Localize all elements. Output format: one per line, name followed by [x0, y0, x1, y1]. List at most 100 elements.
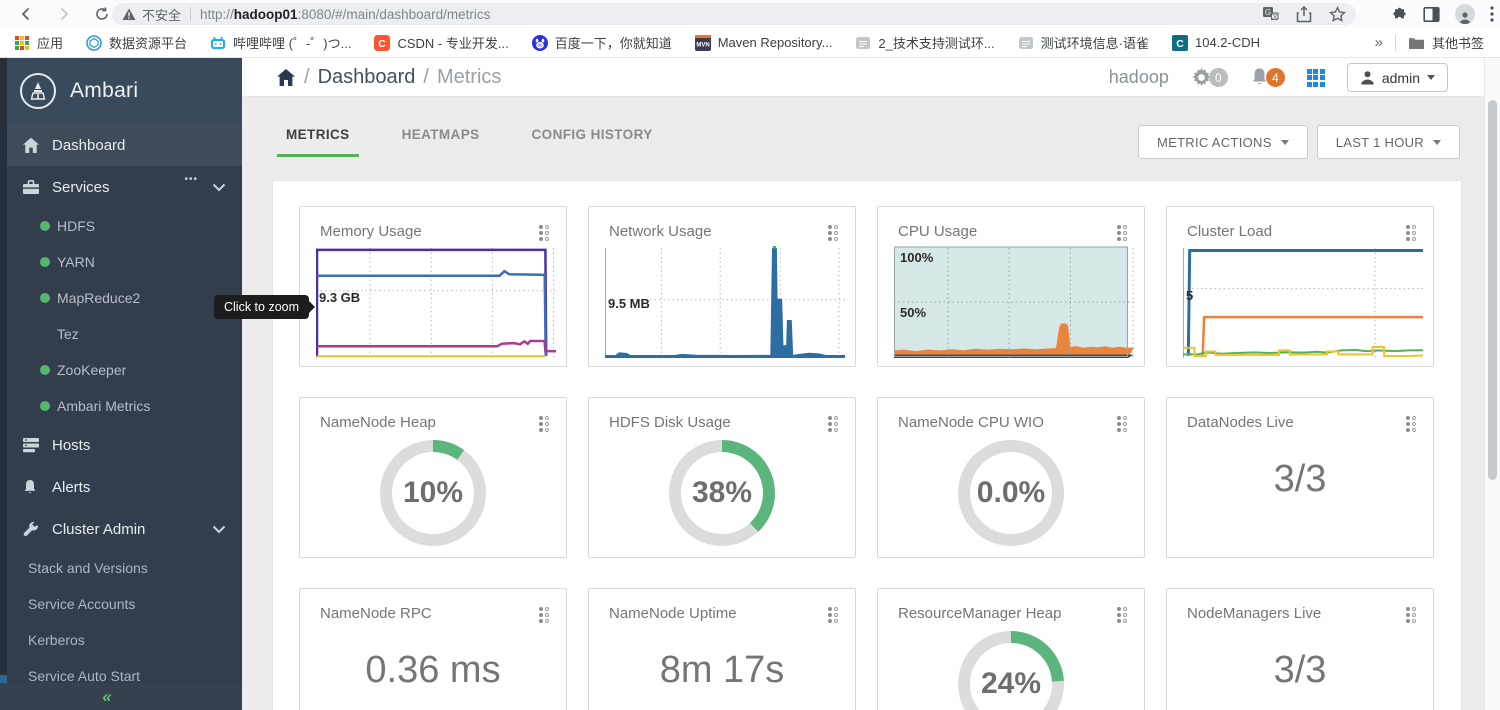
bookmark-[interactable]: 数据资源平台 — [86, 33, 187, 52]
bookmarks-overflow-chevron[interactable]: » — [1375, 34, 1383, 51]
other-bookmarks-folder[interactable]: 其他书签 — [1408, 33, 1484, 52]
drag-handle-icon[interactable] — [828, 605, 839, 624]
chart-y-label: 9.5 MB — [608, 296, 650, 311]
sidebar-item-hdfs[interactable]: HDFS — [0, 208, 242, 244]
metrics-panel: Memory Usage 9.3 GB Network Usage 9.5 MB CPU… — [272, 180, 1462, 710]
bookmark-maven-repository[interactable]: MVN Maven Repository... — [694, 34, 832, 51]
browser-menu-kebab-icon[interactable] — [1490, 6, 1494, 22]
sidebar-item-services[interactable]: Services ••• — [0, 166, 242, 208]
drag-handle-icon[interactable] — [828, 223, 839, 242]
card-namenode-heap: NameNode Heap 10% — [299, 397, 567, 558]
brand-header: Ambari — [0, 58, 242, 124]
tab-heatmaps[interactable]: HEATMAPS — [393, 127, 489, 157]
cluster-load-chart[interactable]: 5 — [1183, 246, 1424, 358]
bookmark-csdn[interactable]: C CSDN - 专业开发... — [374, 33, 509, 52]
user-menu-button[interactable]: admin — [1346, 63, 1448, 92]
forward-icon[interactable] — [54, 4, 74, 24]
extensions-puzzle-icon[interactable] — [1390, 5, 1408, 23]
chevron-down-icon[interactable] — [212, 525, 226, 534]
sidebar-item-yarn[interactable]: YARN — [0, 244, 242, 280]
card-header: NameNode CPU WIO — [878, 398, 1144, 433]
card-header: Network Usage — [589, 207, 855, 242]
bookmarks-separator — [1394, 34, 1396, 51]
card-header: Cluster Load — [1167, 207, 1433, 242]
bookmark-[interactable]: 测试环境信息·语雀 — [1018, 33, 1149, 52]
sidebar-item-kerberos[interactable]: Kerberos — [0, 622, 242, 658]
memory-usage-chart[interactable]: 9.3 GB — [315, 246, 556, 358]
background-ops-button[interactable]: 0 — [1191, 67, 1228, 88]
share-icon[interactable] — [1296, 5, 1312, 23]
sidebar-item-alerts[interactable]: Alerts — [0, 466, 242, 508]
drag-handle-icon[interactable] — [1406, 414, 1417, 433]
tab-config-history[interactable]: CONFIG HISTORY — [523, 127, 662, 157]
nodemanagers-live-value-area[interactable]: 3/3 — [1167, 624, 1433, 710]
address-bar[interactable]: 不安全 http://hadoop01:8080/#/main/dashboar… — [112, 3, 1356, 25]
tab-metrics[interactable]: METRICS — [277, 127, 359, 157]
alerts-button[interactable]: 4 — [1250, 67, 1285, 88]
hdfs-disk-usage-donut[interactable]: 38% — [589, 434, 855, 552]
sidebar-scrollbar[interactable] — [0, 58, 7, 710]
bookmark-104-2-cdh[interactable]: C 104.2-CDH — [1172, 34, 1260, 51]
reload-icon[interactable] — [92, 4, 112, 24]
bookmark-[interactable]: 应用 — [14, 33, 63, 52]
sidebar-item-stack-and-versions[interactable]: Stack and Versions — [0, 550, 242, 586]
sidebar-collapse-bar[interactable]: « — [0, 683, 242, 710]
page-scrollbar-thumb[interactable] — [1488, 100, 1497, 480]
time-range-button[interactable]: LAST 1 HOUR — [1316, 125, 1460, 159]
drag-handle-icon[interactable] — [539, 414, 550, 433]
drag-handle-icon[interactable] — [539, 223, 550, 242]
translate-icon[interactable]: G文 — [1262, 6, 1279, 23]
sidebar: Ambari Dashboard Services ••• HDFS YARN MapRe… — [0, 58, 242, 710]
bookmark-[interactable]: du 百度一下，你就知道 — [531, 33, 672, 52]
cpu-usage-chart[interactable]: 100% 50% — [894, 246, 1134, 358]
drag-handle-icon[interactable] — [539, 605, 550, 624]
namenode-uptime-value-area[interactable]: 8m 17s — [589, 624, 855, 710]
sidebar-item-hosts[interactable]: Hosts — [0, 424, 242, 466]
side-panel-icon[interactable] — [1423, 6, 1440, 23]
metric-value: 3/3 — [1273, 457, 1327, 500]
sidebar-item-ambari-metrics[interactable]: Ambari Metrics — [0, 388, 242, 424]
security-label[interactable]: 不安全 — [142, 5, 181, 24]
sidebar-item-label: Tez — [57, 326, 79, 342]
network-usage-chart[interactable]: 9.5 MB — [605, 245, 845, 358]
bookmark-label: 测试环境信息·语雀 — [1040, 36, 1149, 51]
drag-handle-icon[interactable] — [828, 414, 839, 433]
drag-handle-icon[interactable] — [1406, 223, 1417, 242]
metric-actions-button[interactable]: METRIC ACTIONS — [1137, 125, 1308, 159]
home-icon[interactable] — [276, 68, 296, 87]
profile-avatar[interactable] — [1455, 4, 1475, 24]
breadcrumb-dashboard[interactable]: Dashboard — [318, 66, 416, 89]
namenode-rpc-value-area[interactable]: 0.36 ms — [300, 624, 566, 710]
drag-handle-icon[interactable] — [1406, 605, 1417, 624]
svg-text:文: 文 — [1272, 12, 1278, 20]
sidebar-item-zookeeper[interactable]: ZooKeeper — [0, 352, 242, 388]
namenode-heap-donut[interactable]: 10% — [300, 434, 566, 552]
donut-value: 38% — [691, 476, 753, 509]
resourcemanager-heap-donut[interactable]: 24% — [878, 625, 1144, 710]
views-grid-icon[interactable] — [1306, 68, 1325, 87]
sidebar-item-mapreduce2[interactable]: MapReduce2 — [0, 280, 242, 316]
bookmark-label: 数据资源平台 — [109, 36, 188, 51]
bookmark-2[interactable]: 2_技术支持测试环... — [855, 33, 995, 52]
page-scrollbar[interactable] — [1484, 58, 1500, 710]
datanodes-live-value-area[interactable]: 3/3 — [1167, 433, 1433, 551]
card-header: NodeManagers Live — [1167, 589, 1433, 624]
back-icon[interactable] — [16, 4, 36, 24]
bookmark-label: 2_技术支持测试环... — [878, 36, 995, 51]
collapse-sidebar-icon[interactable]: « — [102, 687, 111, 707]
drag-handle-icon[interactable] — [1117, 223, 1128, 242]
sidebar-item-cluster-admin[interactable]: Cluster Admin — [0, 508, 242, 550]
sidebar-item-label: Alerts — [52, 478, 91, 496]
sidebar-item-tez[interactable]: Tez — [0, 316, 242, 352]
bookmark-star-icon[interactable] — [1329, 5, 1346, 23]
bookmark-[interactable]: 哔哩哔哩 (゜-゜)つ... — [210, 33, 351, 52]
drag-handle-icon[interactable] — [1117, 414, 1128, 433]
drag-handle-icon[interactable] — [1117, 605, 1128, 624]
namenode-cpu-wio-donut[interactable]: 0.0% — [878, 434, 1144, 552]
chevron-down-icon[interactable] — [212, 183, 226, 192]
sidebar-item-dashboard[interactable]: Dashboard — [0, 124, 242, 166]
sidebar-item-service-accounts[interactable]: Service Accounts — [0, 586, 242, 622]
url-text[interactable]: http://hadoop01:8080/#/main/dashboard/me… — [200, 7, 490, 22]
user-icon — [1361, 71, 1374, 85]
more-actions-icon[interactable]: ••• — [184, 174, 198, 185]
